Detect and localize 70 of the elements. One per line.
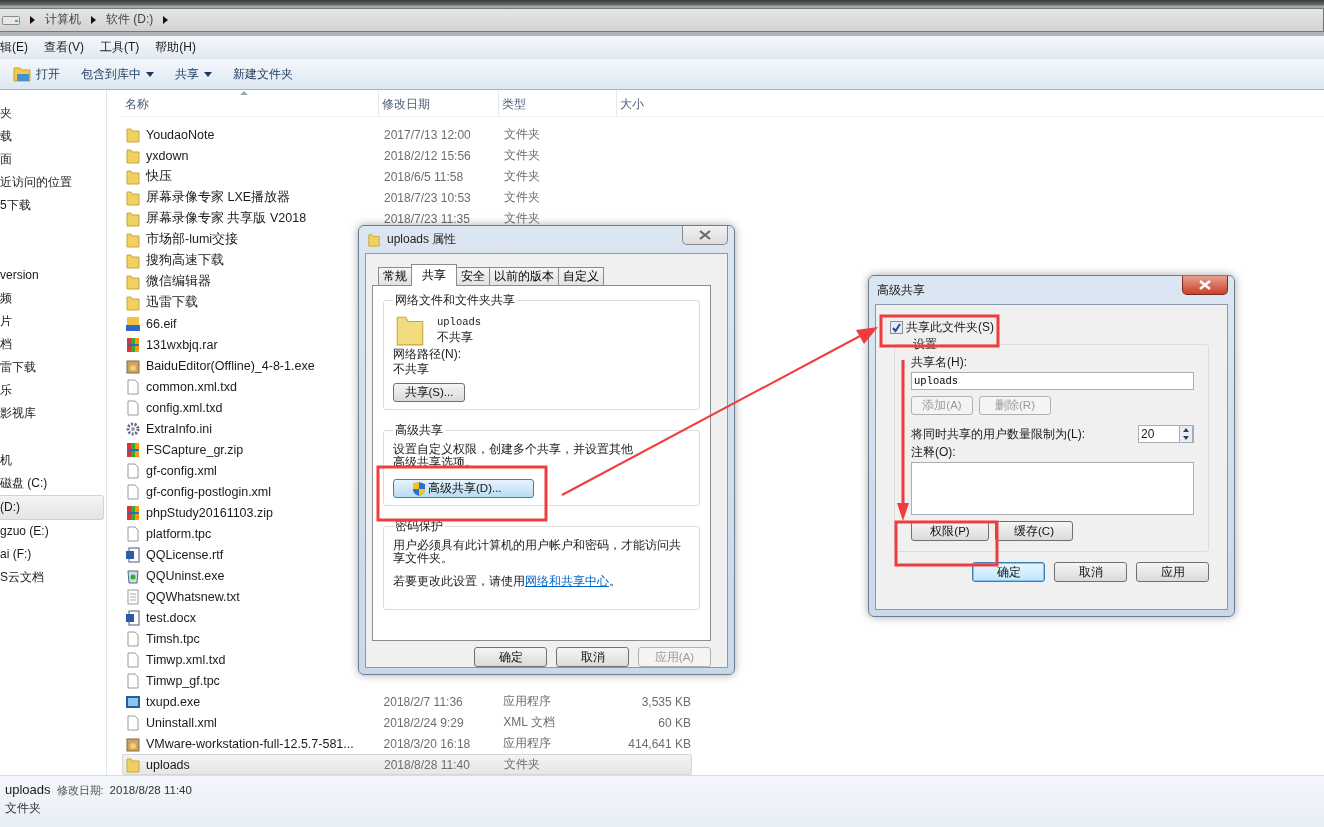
file-date: 2018/8/28 11:40 [383,757,471,772]
file-name: config.xml.txd [146,400,223,415]
file-name: YoudaoNote [146,127,215,142]
file-name: VMware-workstation-full-12.5.7-581... [146,736,354,751]
description-text: 用户必须具有此计算机的用户帐户和密码，才能访问共享文件夹。 [393,539,682,565]
path-label: 网络路径(N): [393,347,462,362]
file-name: gf-config.xml [146,463,217,478]
file-name: platform.tpc [146,526,212,541]
file-name: test.docx [146,610,197,625]
file-name: phpStudy20161103.zip [146,505,273,520]
file-name: 屏幕录像专家 共享版 V2018 [146,210,307,227]
file-type: 文件夹 [503,756,541,773]
file-name: Timwp.xml.txd [146,652,226,667]
file-name: BaiduEditor(Offline)_4-8-1.exe [146,358,315,373]
file-name: 搜狗高速下载 [146,252,224,269]
file-type: 文件夹 [503,210,541,227]
file-name: Timwp_gf.tpc [146,673,220,688]
file-type: XML 文档 [502,714,556,731]
folder-name: uploads [437,316,482,328]
file-type: 应用程序 [502,693,553,710]
file-name: QQUninst.exe [146,568,225,583]
file-name: QQWhatsnew.txt [146,589,240,604]
dialog-title: uploads 属性 [387,231,457,248]
file-date: 2018/7/23 11:35 [383,211,471,226]
file-name: gf-config-postlogin.xml [146,484,272,499]
note-text: 若要更改此设置，请使用 [393,574,525,588]
field-label: 将同时共享的用户数量限制为(L): [911,425,1085,443]
file-name: 市场部-lumi交接 [146,231,239,248]
path-value: 不共享 [393,362,430,377]
file-name: QQLicense.rtf [146,547,224,562]
status-type: 文件夹 [5,801,42,816]
field-label: 注释(O): [911,445,957,460]
note-text: 。 [609,574,621,588]
file-name: common.xml.txd [146,379,237,394]
file-date: 2017/7/13 12:00 [383,127,472,142]
status-name: uploads [5,782,51,797]
file-size: 414,641 KB [627,736,691,751]
file-name: ExtraInfo.ini [146,421,212,436]
file-date: 2018/2/7 11:36 [382,694,464,709]
file-name: 迅雷下载 [146,294,198,311]
file-type: 文件夹 [503,126,541,143]
file-name: 微信编辑器 [146,273,211,290]
file-type: 文件夹 [503,189,541,206]
file-date: 2018/2/24 9:29 [382,715,465,730]
file-type: 文件夹 [503,168,541,185]
file-date: 2018/7/23 10:53 [383,190,472,205]
dialog-title: 高级共享 [877,281,925,299]
file-name: Timsh.tpc [146,631,200,646]
group-title: 高级共享 [394,422,444,439]
file-name: txupd.exe [146,694,201,709]
status-date: 2018/8/28 11:40 [109,784,192,796]
file-name: 66.eif [146,316,177,331]
file-name: 快压 [146,168,172,185]
file-size: 3,535 KB [640,694,691,709]
file-date: 2018/6/5 11:58 [383,169,465,184]
file-name: 屏幕录像专家 LXE播放器 [146,189,291,206]
group-title: 网络文件和文件夹共享 [394,292,516,309]
file-name: FSCapture_gr.zip [146,442,244,457]
file-name: 131wxbjq.rar [146,337,218,352]
share-status: 不共享 [437,329,474,346]
file-date: 2018/2/12 15:56 [383,148,472,163]
file-name: uploads [146,757,190,772]
file-name: Uninstall.xml [146,715,217,730]
file-name: yxdown [146,148,189,163]
status-label: 修改日期: [56,783,104,798]
file-date: 2018/3/20 16:18 [382,736,472,751]
file-type: 文件夹 [503,147,541,164]
file-size: 60 KB [657,715,691,730]
field-label: 共享名(H): [911,355,968,370]
file-type: 应用程序 [502,735,553,752]
